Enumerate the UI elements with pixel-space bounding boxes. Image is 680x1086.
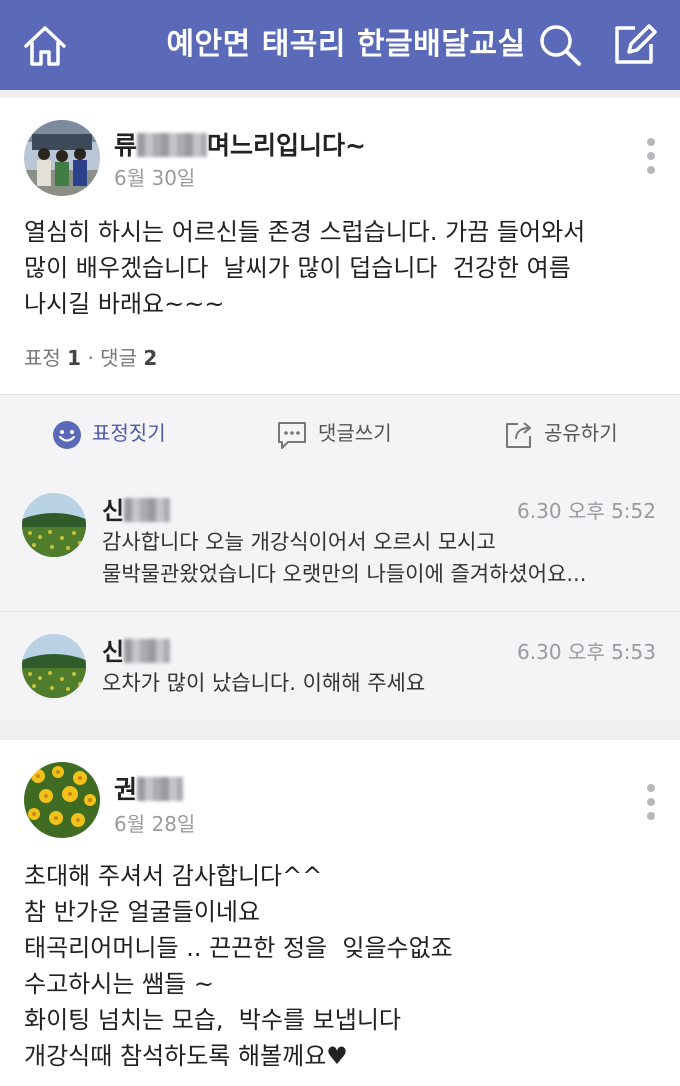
comment-text-line: 감사합니다 오늘 개강식이어서 오르시 모시고 [102, 530, 496, 554]
post-body: 열심히 하시는 어르신들 존경 스럽습니다. 가끔 들어와서 많이 배우겠습니다… [24, 218, 586, 318]
author-initial: 권 [114, 775, 138, 804]
post-stats[interactable]: 표정 1 · 댓글 2 [24, 342, 157, 371]
comment-item: 신 6.30 오후 5:52 감사합니다 오늘 개강식이어서 오르시 모시고 물… [0, 471, 680, 612]
post-date: 6월 30일 [114, 166, 196, 190]
smile-icon [53, 420, 81, 449]
avatar[interactable] [24, 120, 100, 196]
search-icon[interactable] [537, 22, 583, 68]
avatar[interactable] [22, 493, 86, 557]
comment-author[interactable]: 신 [102, 632, 171, 667]
more-options-icon[interactable] [646, 784, 656, 824]
comment-text-line: 오차가 많이 났습니다. 이해해 주세요 [102, 671, 426, 695]
comment-item: 신 6.30 오후 5:53 오차가 많이 났습니다. 이해해 주세요 [0, 612, 680, 720]
avatar[interactable] [24, 762, 100, 838]
post-card: 류 며느리입니다~ 6월 30일 열심히 하시는 어르신들 존경 스럽습니다. 가… [0, 98, 680, 394]
react-button[interactable]: 표정짓기 [52, 395, 166, 471]
comment-author-initial: 신 [102, 497, 125, 525]
post-date: 6월 28일 [114, 812, 196, 836]
comment-count: 2 [143, 346, 158, 370]
post-card: 권 6월 28일 초대해 주셔서 감사합니다^^ 참 반가운 얼굴들이네요 태곡… [0, 740, 680, 1086]
post-actions: 표정짓기 댓글쓰기 공유하기 [0, 394, 680, 472]
post-body: 초대해 주셔서 감사합니다^^ 참 반가운 얼굴들이네요 태곡리어머니들 .. … [24, 862, 453, 1070]
comment-button[interactable]: 댓글쓰기 [276, 395, 392, 471]
author-initial: 류 [114, 131, 138, 160]
avatar[interactable] [22, 634, 86, 698]
blurred-name [124, 639, 171, 663]
blurred-name [137, 777, 184, 801]
share-button[interactable]: 공유하기 [504, 395, 618, 471]
share-icon [506, 421, 531, 448]
reaction-count: 1 [67, 346, 82, 370]
comment-label: 댓글 [100, 346, 137, 370]
author-name[interactable]: 권 [114, 770, 184, 806]
comment-time: 6.30 오후 5:53 [517, 640, 656, 664]
comment-icon [278, 421, 306, 449]
more-options-icon[interactable] [646, 138, 656, 178]
comment-write-label: 댓글쓰기 [318, 421, 392, 445]
comment-author[interactable]: 신 [102, 491, 171, 526]
edit-icon[interactable] [611, 22, 657, 68]
comment-time: 6.30 오후 5:52 [517, 499, 656, 523]
author-suffix: 며느리입니다~ [207, 131, 366, 160]
react-label: 표정짓기 [92, 421, 166, 445]
author-name[interactable]: 류 며느리입니다~ [114, 126, 366, 162]
separator-dot: · [87, 346, 101, 370]
share-label: 공유하기 [544, 421, 618, 445]
blurred-name [137, 133, 208, 157]
blurred-name [124, 498, 171, 522]
top-bar: 예안면 태곡리 한글배달교실 [0, 0, 680, 90]
comment-author-initial: 신 [102, 638, 125, 666]
reaction-label: 표정 [24, 346, 61, 370]
comment-text-line: 물박물관왔었습니다 오랫만의 나들이에 즐겨하셨어요... [102, 562, 587, 586]
